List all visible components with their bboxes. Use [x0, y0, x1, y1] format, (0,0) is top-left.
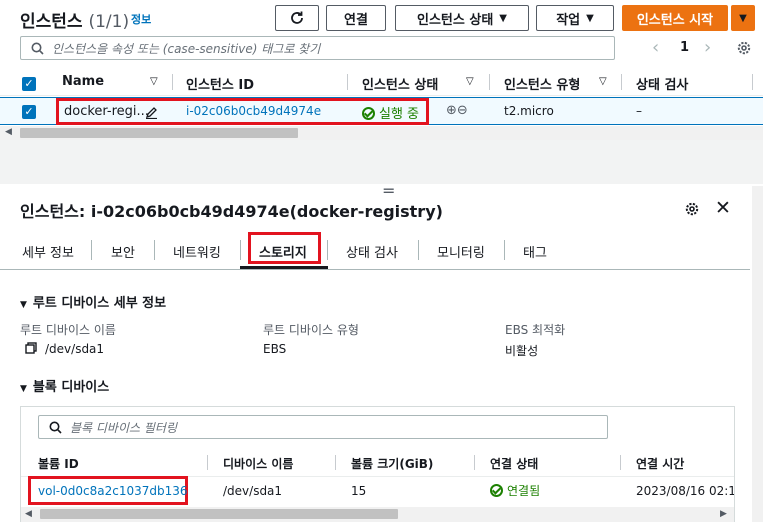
tab-networking[interactable]: 네트워킹	[173, 242, 221, 261]
caret-down-icon: ▼	[499, 12, 507, 24]
search-icon	[49, 421, 62, 434]
refresh-icon	[291, 11, 303, 24]
actions-dropdown[interactable]: 작업 ▼	[536, 5, 614, 31]
tab-security[interactable]: 보안	[111, 242, 135, 261]
zoom-icons[interactable]: ⊕⊖	[446, 103, 468, 118]
block-attach-state: 연결됨	[490, 482, 540, 499]
row-state-text: 실행 중	[379, 107, 420, 122]
col-device-name[interactable]: 디바이스 이름	[223, 455, 293, 472]
ebs-optimized-value: 비활성	[505, 344, 539, 358]
select-all-checkbox[interactable]: ✓	[22, 77, 36, 91]
row-status-check: –	[636, 104, 642, 118]
caret-down-icon: ▼	[20, 300, 27, 310]
page-title: 인스턴스 (1/1)	[20, 7, 129, 32]
detail-title: 인스턴스: i-02c06b0cb49d4974e(docker-registr…	[20, 202, 443, 221]
next-page-icon[interactable]: ›	[704, 37, 711, 58]
row-type: t2.micro	[504, 104, 554, 118]
row-name: docker-regi...	[64, 104, 149, 119]
col-volume-id[interactable]: 볼륨 ID	[38, 455, 79, 472]
connect-button[interactable]: 연결	[326, 5, 386, 31]
caret-down-icon: ▼	[586, 12, 594, 24]
page-number[interactable]: 1	[680, 40, 689, 55]
col-attach-time[interactable]: 연결 시간	[636, 455, 684, 472]
check-circle-icon	[490, 484, 503, 497]
root-device-title: 루트 디바이스 세부 정보	[32, 296, 167, 311]
search-icon	[31, 42, 44, 55]
col-instance-state[interactable]: 인스턴스 상태	[362, 74, 438, 93]
col-name[interactable]: Name	[62, 74, 104, 89]
block-volume-size: 15	[351, 484, 367, 498]
settings-gear-icon[interactable]	[736, 40, 752, 56]
block-filter-placeholder: 블록 디바이스 필터링	[70, 420, 177, 435]
col-status-check[interactable]: 상태 검사	[636, 74, 688, 93]
highlight-box	[248, 232, 321, 264]
block-scrollbar-thumb[interactable]	[40, 509, 398, 519]
check-circle-icon	[362, 107, 375, 120]
caret-down-icon: ▼	[20, 384, 27, 394]
root-device-type-value: EBS	[263, 342, 287, 356]
root-device-header[interactable]: ▼ 루트 디바이스 세부 정보	[20, 292, 166, 311]
block-attach-state-text: 연결됨	[507, 484, 541, 498]
detail-vertical-scrollbar[interactable]	[752, 186, 763, 522]
sort-icon[interactable]: ▽	[150, 76, 158, 87]
root-device-name-value: /dev/sda1	[45, 342, 105, 356]
actions-label: 작업	[556, 12, 581, 28]
instance-count: (1/1)	[88, 12, 130, 32]
ebs-optimized-label: EBS 최적화	[505, 323, 566, 337]
pane-gap	[0, 140, 763, 184]
launch-instance-button[interactable]: 인스턴스 시작	[622, 5, 728, 31]
instance-search-input[interactable]: 인스턴스을 속성 또는 (case-sensitive) 태그로 찾기	[20, 36, 615, 60]
filter-icon[interactable]: ▽	[599, 76, 607, 87]
block-devices-title: 블록 디바이스	[32, 380, 110, 395]
refresh-button[interactable]	[275, 5, 319, 31]
caret-down-icon: ▼	[739, 12, 747, 24]
block-attach-time: 2023/08/16 02:1	[636, 484, 734, 498]
table-scrollbar-thumb[interactable]	[20, 128, 298, 138]
edit-pencil-icon[interactable]	[145, 106, 158, 119]
root-device-name-label: 루트 디바이스 이름	[20, 323, 116, 337]
block-device-name: /dev/sda1	[223, 484, 283, 498]
scroll-right-icon[interactable]: ▶	[720, 509, 727, 519]
tab-monitoring[interactable]: 모니터링	[437, 242, 485, 261]
col-instance-id[interactable]: 인스턴스 ID	[186, 74, 254, 93]
info-link[interactable]: 정보	[131, 11, 151, 27]
tab-details[interactable]: 세부 정보	[22, 242, 74, 261]
copy-icon[interactable]	[25, 342, 37, 358]
launch-dropdown-button[interactable]: ▼	[731, 5, 755, 31]
col-volume-size[interactable]: 볼륨 크기(GiB)	[351, 455, 433, 472]
instance-state-label: 인스턴스 상태	[417, 12, 494, 28]
block-device-filter-input[interactable]: 블록 디바이스 필터링	[38, 415, 608, 439]
row-checkbox[interactable]: ✓	[22, 105, 36, 119]
root-device-type-label: 루트 디바이스 유형	[263, 323, 359, 337]
volume-id-link[interactable]: vol-0d0c8a2c1037db136	[38, 484, 188, 498]
col-attach-state[interactable]: 연결 상태	[490, 455, 538, 472]
row-instance-id-link[interactable]: i-02c06b0cb49d4974e	[186, 104, 321, 118]
prev-page-icon[interactable]: ‹	[652, 37, 659, 58]
instance-state-dropdown[interactable]: 인스턴스 상태 ▼	[395, 5, 529, 31]
close-icon[interactable]: ✕	[715, 197, 731, 219]
tab-status-check[interactable]: 상태 검사	[346, 242, 398, 261]
tab-tags[interactable]: 태그	[523, 242, 547, 261]
connect-button-label: 연결	[344, 12, 368, 28]
page-title-text: 인스턴스	[20, 12, 83, 32]
row-state: 실행 중	[362, 103, 419, 122]
filter-icon[interactable]: ▽	[466, 76, 474, 87]
scroll-left-icon[interactable]: ◀	[25, 509, 32, 519]
col-instance-type[interactable]: 인스턴스 유형	[504, 74, 580, 93]
scroll-left-icon[interactable]: ◀	[5, 127, 12, 137]
search-placeholder: 인스턴스을 속성 또는 (case-sensitive) 태그로 찾기	[52, 41, 321, 56]
launch-instance-label: 인스턴스 시작	[636, 12, 714, 28]
settings-gear-icon[interactable]	[684, 201, 700, 217]
tabs-divider	[0, 269, 750, 270]
block-devices-header[interactable]: ▼ 블록 디바이스	[20, 376, 109, 395]
